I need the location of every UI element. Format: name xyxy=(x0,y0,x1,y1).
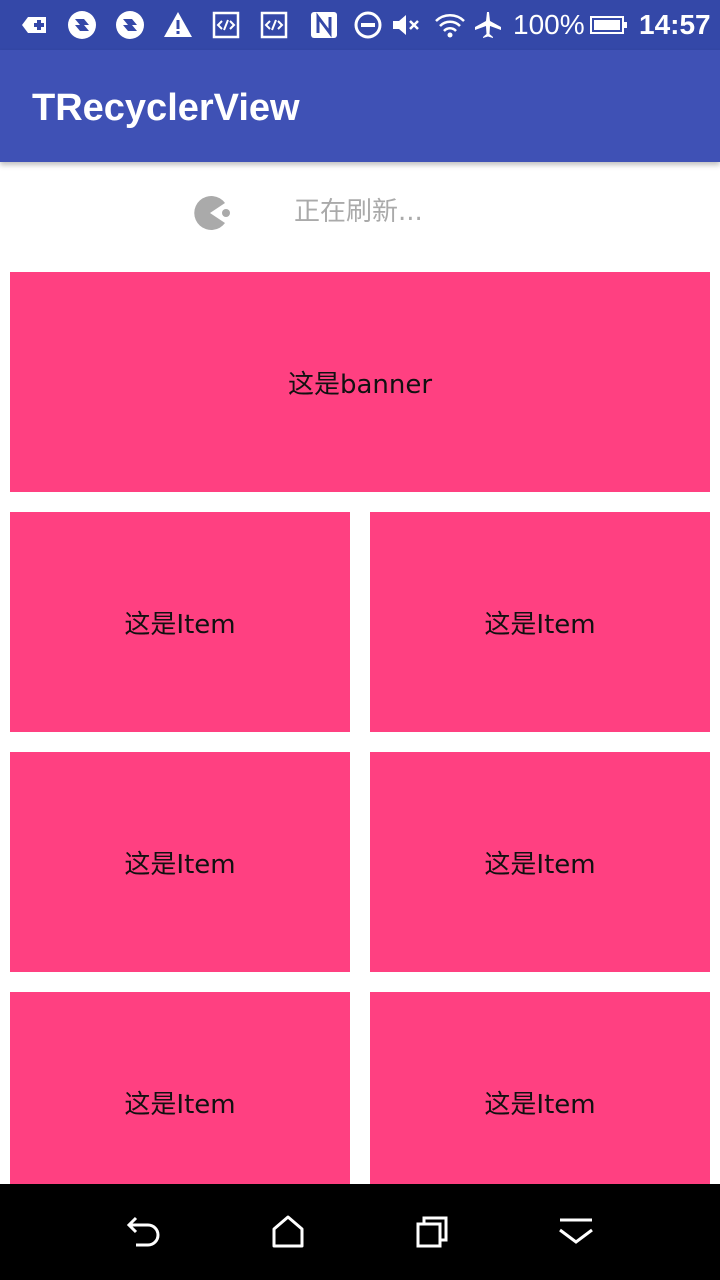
navigation-bar xyxy=(0,1184,720,1280)
item-label: 这是Item xyxy=(124,609,236,640)
status-bar: 100% 14:57 xyxy=(0,0,720,50)
grid-item[interactable]: 这是Item xyxy=(10,752,350,972)
banner-card[interactable]: 这是banner xyxy=(10,272,710,492)
sync-icon xyxy=(68,11,96,39)
airplane-icon xyxy=(475,12,501,38)
do-not-disturb-icon xyxy=(354,11,382,39)
item-label: 这是Item xyxy=(484,609,596,640)
home-icon[interactable] xyxy=(268,1212,308,1252)
item-label: 这是Item xyxy=(484,849,596,880)
grid-item[interactable]: 这是Item xyxy=(370,752,710,972)
app-bar: TRecyclerView xyxy=(0,50,720,162)
grid-item[interactable]: 这是Item xyxy=(370,992,710,1212)
refresh-header: 正在刷新... xyxy=(0,162,720,262)
back-icon[interactable] xyxy=(124,1212,164,1252)
grid-item[interactable]: 这是Item xyxy=(370,512,710,732)
sync-icon xyxy=(116,11,144,39)
nfc-icon xyxy=(311,12,337,38)
app-title: TRecyclerView xyxy=(32,87,300,129)
item-label: 这是Item xyxy=(124,849,236,880)
wifi-icon xyxy=(435,14,465,38)
battery-icon xyxy=(590,16,627,34)
clock: 14:57 xyxy=(639,9,711,40)
collapse-icon[interactable] xyxy=(556,1212,596,1252)
code-icon xyxy=(212,11,240,39)
code-icon xyxy=(260,11,288,39)
pacman-icon xyxy=(194,196,230,230)
grid-item[interactable]: 这是Item xyxy=(10,512,350,732)
item-label: 这是Item xyxy=(484,1089,596,1120)
warning-icon xyxy=(164,12,192,37)
banner-label: 这是banner xyxy=(287,369,433,400)
item-label: 这是Item xyxy=(124,1089,236,1120)
recents-icon[interactable] xyxy=(412,1212,452,1252)
add-notification-icon xyxy=(22,17,46,33)
battery-percent: 100% xyxy=(513,9,585,40)
volume-mute-icon xyxy=(393,15,419,35)
refresh-status-text: 正在刷新... xyxy=(294,197,423,227)
grid-item[interactable]: 这是Item xyxy=(10,992,350,1212)
